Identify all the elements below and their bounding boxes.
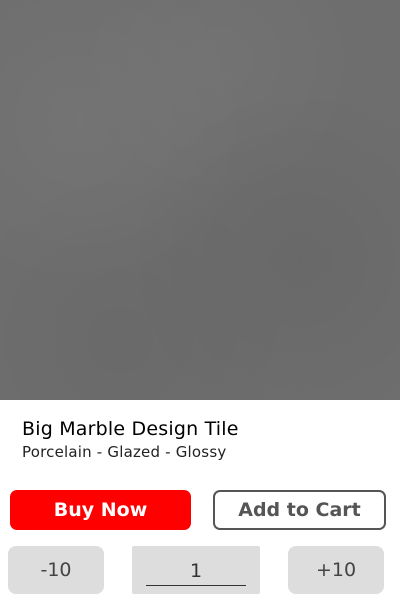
product-page: Big Marble Design Tile Porcelain - Glaze… — [0, 0, 400, 600]
quantity-input[interactable] — [146, 556, 246, 586]
decrement-10-button[interactable]: -10 — [8, 546, 104, 594]
product-subtitle: Porcelain - Glazed - Glossy — [22, 443, 227, 461]
product-title: Big Marble Design Tile — [22, 418, 239, 440]
quantity-field-container — [132, 546, 260, 594]
add-to-cart-button[interactable]: Add to Cart — [213, 490, 386, 530]
product-image — [0, 0, 400, 400]
buy-now-button[interactable]: Buy Now — [10, 490, 191, 530]
increment-10-button[interactable]: +10 — [288, 546, 384, 594]
